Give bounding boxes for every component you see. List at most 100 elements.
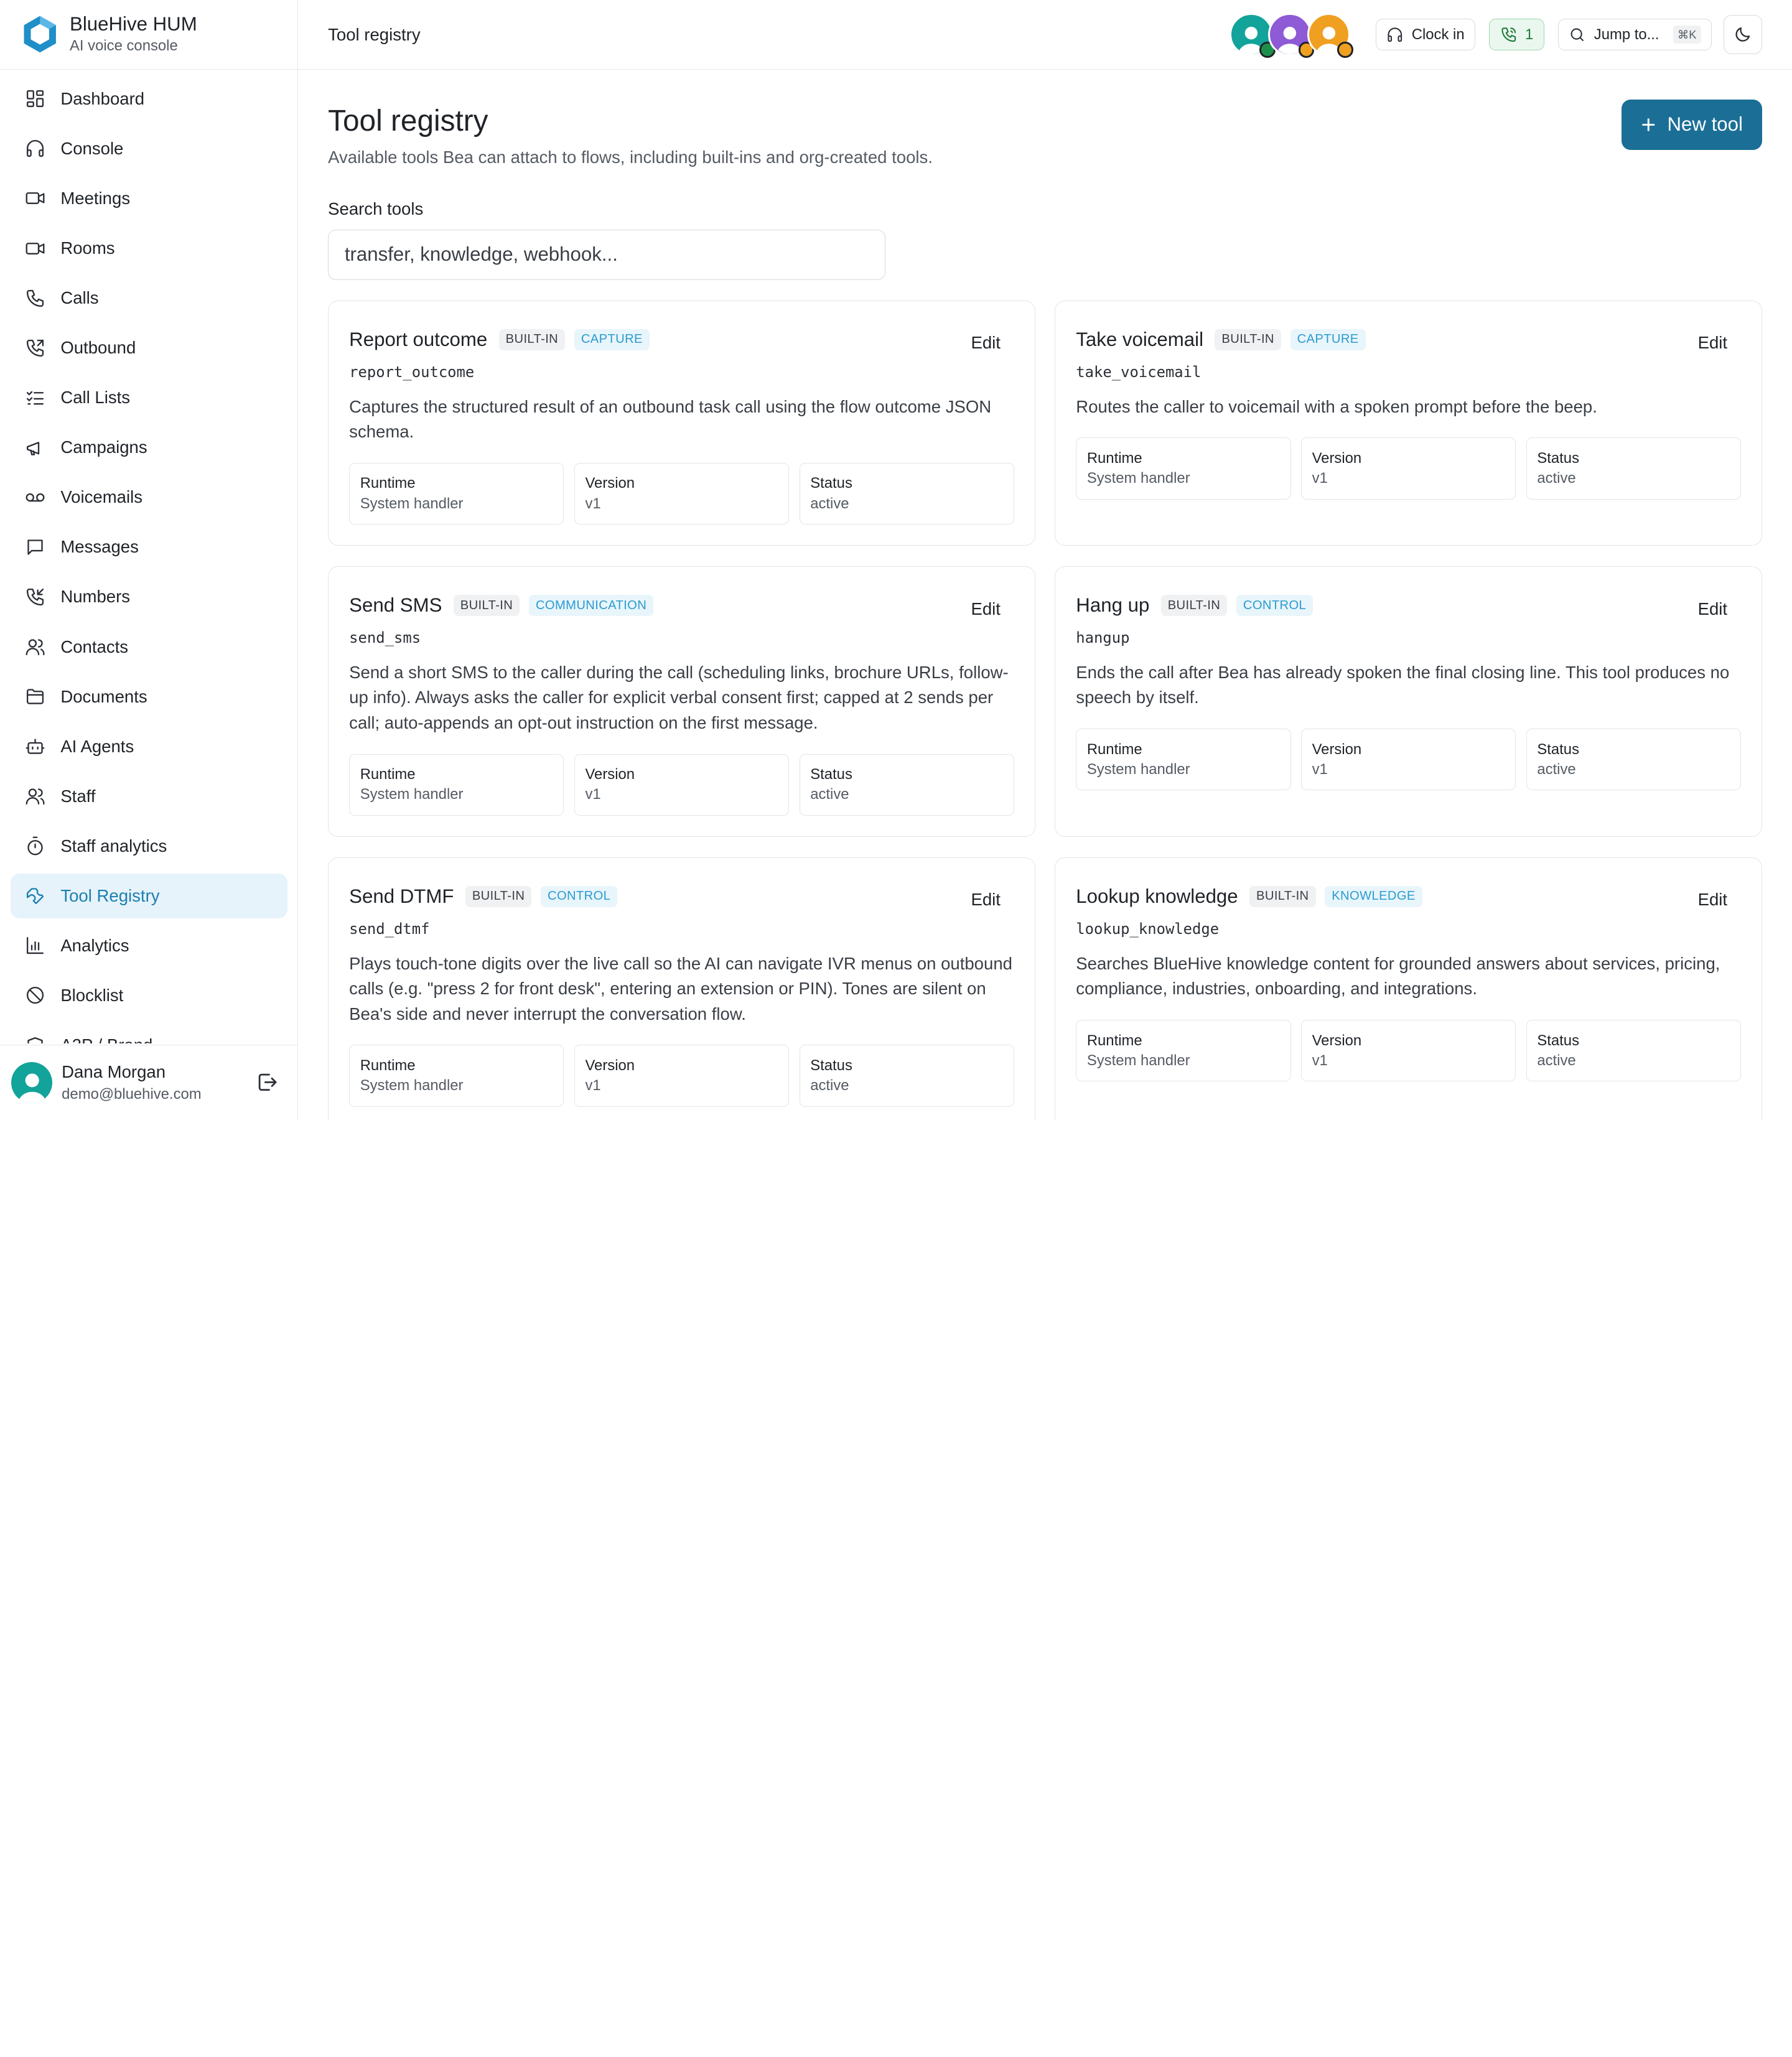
avatar[interactable] [1307,12,1353,58]
runtime-value: System handler [360,786,464,803]
status-value: active [810,495,849,512]
edit-button[interactable]: Edit [1684,329,1742,358]
sidebar-item-calls[interactable]: Calls [11,276,287,320]
users-icon [26,788,45,805]
edit-button[interactable]: Edit [1684,594,1742,623]
version-label: Version [585,1056,635,1074]
presence-avatars[interactable] [1229,12,1353,58]
sidebar-item-contacts[interactable]: Contacts [11,625,287,669]
version-field: Version v1 [1301,729,1516,791]
sidebar-item-staff-analytics[interactable]: Staff analytics [11,824,287,869]
runtime-label: Runtime [1086,740,1142,758]
sidebar-item-blocklist[interactable]: Blocklist [11,973,287,1018]
moon-icon [1735,27,1750,42]
jump-to-button[interactable]: Jump to... ⌘K [1557,18,1712,51]
tool-description: Plays touch-tone digits over the live ca… [349,953,1012,1024]
category-badge: KNOWLEDGE [1325,885,1422,907]
status-label: Status [810,475,852,492]
sidebar-item-console[interactable]: Console [11,126,287,171]
avatar[interactable] [1229,12,1276,58]
version-field: Version v1 [574,753,790,816]
version-field: Version v1 [1301,437,1516,500]
sidebar-item-numbers[interactable]: Numbers [11,575,287,620]
sidebar-item-meetings[interactable]: Meetings [11,176,287,221]
version-value: v1 [1312,760,1328,778]
status-label: Status [1537,449,1579,467]
edit-button[interactable]: Edit [957,885,1014,915]
runtime-field: Runtime System handler [1076,729,1291,791]
sidebar-item-analytics[interactable]: Analytics [11,923,287,968]
sidebar-item-documents[interactable]: Documents [11,674,287,719]
theme-toggle-button[interactable] [1723,15,1763,54]
builtin-badge: BUILT-IN [453,595,520,616]
sidebar-item-rooms[interactable]: Rooms [11,226,287,271]
topbar: Tool registry Clock in 1 Jump to... ⌘K [298,0,1792,70]
tool-card: Hang up BUILT-IN CONTROL Edit hangup End… [1055,566,1763,837]
edit-button[interactable]: Edit [957,329,1014,358]
status-value: active [1537,760,1576,778]
tool-grid: Report outcome BUILT-IN CAPTURE Edit rep… [328,300,1763,1120]
avatar[interactable] [1268,12,1315,58]
sidebar-item-ai-agents[interactable]: AI Agents [11,724,287,769]
sidebar-item-label: Dashboard [60,88,145,108]
builtin-badge: BUILT-IN [1160,595,1228,616]
new-tool-button[interactable]: + New tool [1622,99,1763,150]
category-badge: CONTROL [540,885,618,907]
builtin-badge: BUILT-IN [1249,885,1316,907]
sidebar-item-tool-registry[interactable]: Tool Registry [10,874,287,918]
sidebar-item-label: Documents [60,686,147,706]
tool-description: Searches BlueHive knowledge content for … [1076,953,1720,999]
edit-button[interactable]: Edit [957,594,1014,623]
category-badge: CAPTURE [574,329,650,350]
sidebar-nav: Dashboard Console Meetings Rooms Calls O… [0,70,297,1043]
bluehive-logo-icon [24,16,56,53]
version-label: Version [1312,1032,1362,1049]
brand-subtitle: AI voice console [70,37,178,55]
sidebar-item-campaigns[interactable]: Campaigns [11,425,287,470]
builtin-badge: BUILT-IN [465,885,532,907]
video-icon [26,242,45,254]
runtime-value: System handler [1086,470,1190,487]
logout-icon[interactable] [256,1071,279,1094]
version-label: Version [1312,449,1362,467]
search-input[interactable] [328,229,886,280]
category-badge: COMMUNICATION [528,595,654,616]
version-field: Version v1 [574,1045,790,1107]
breadcrumb: Tool registry [328,24,421,44]
builtin-badge: BUILT-IN [1215,329,1281,350]
category-badge: CAPTURE [1290,329,1366,350]
runtime-label: Runtime [360,1056,416,1074]
sidebar-item-call-lists[interactable]: Call Lists [11,375,287,420]
runtime-field: Runtime System handler [349,753,564,816]
active-calls-button[interactable]: 1 [1489,18,1544,51]
runtime-label: Runtime [360,475,416,492]
sidebar-item-outbound[interactable]: Outbound [11,325,287,370]
sidebar-item-messages[interactable]: Messages [11,525,287,570]
sidebar-item-voicemails[interactable]: Voicemails [11,475,287,520]
sidebar-item-dashboard[interactable]: Dashboard [11,77,287,121]
status-label: Status [1537,1032,1579,1049]
sidebar-item-staff[interactable]: Staff [11,774,287,819]
shield-icon [27,1037,44,1043]
tool-card: Report outcome BUILT-IN CAPTURE Edit rep… [328,300,1036,546]
sidebar-item-a2p-brand[interactable]: A2P / Brand [11,1023,287,1043]
megaphone-icon [27,441,40,455]
headphones-icon [1388,27,1402,42]
brand[interactable]: BlueHive HUM AI voice console [0,0,298,70]
status-label: Status [1537,740,1579,758]
jump-to-label: Jump to... [1594,26,1659,43]
headphones-icon [27,140,44,157]
user-profile[interactable]: Dana Morgan demo@bluehive.com [0,1044,297,1120]
tool-description: Send a short SMS to the caller during th… [349,663,1009,732]
edit-button[interactable]: Edit [1684,885,1742,915]
folder-icon [27,689,44,704]
sidebar-item-label: Staff analytics [60,836,167,856]
runtime-value: System handler [1086,1052,1190,1069]
clock-in-button[interactable]: Clock in [1375,18,1476,51]
page-description: Available tools Bea can attach to flows,… [328,147,933,167]
sidebar-item-label: Meetings [60,188,131,208]
tool-name: Send DTMF [349,885,454,907]
sidebar-item-label: AI Agents [60,736,134,756]
version-value: v1 [1312,1052,1328,1069]
tool-slug: send_sms [349,629,421,647]
